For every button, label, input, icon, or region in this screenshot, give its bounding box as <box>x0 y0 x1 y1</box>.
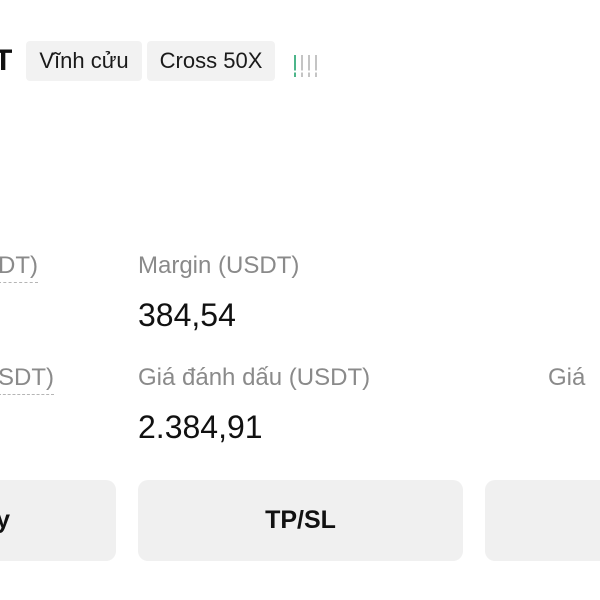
tpsl-button[interactable]: TP/SL <box>138 480 463 561</box>
contract-type-tag: Vĩnh cửu <box>26 41 142 81</box>
position-size-label[interactable]: DT) <box>0 252 38 283</box>
position-header: T Vĩnh cửu Cross 50X <box>0 40 318 82</box>
signal-bar <box>301 55 304 77</box>
signal-bar <box>315 55 318 77</box>
symbol-name[interactable]: T <box>0 40 12 82</box>
signal-bar <box>294 55 297 77</box>
leverage-button[interactable]: y <box>0 480 116 561</box>
liquidation-price-label: Giá <box>548 364 586 391</box>
mark-price-value: 2.384,91 <box>138 409 263 445</box>
leverage-button-label: y <box>0 506 10 534</box>
position-card: T Vĩnh cửu Cross 50X DT) Margin (USDT) 3… <box>0 0 600 600</box>
entry-price-label[interactable]: SDT) <box>0 364 54 395</box>
mark-price-label: Giá đánh dấu (USDT) <box>138 364 371 391</box>
margin-mode-leverage-tag[interactable]: Cross 50X <box>146 41 276 81</box>
signal-strength-icon <box>294 45 318 77</box>
signal-bar <box>308 55 311 77</box>
close-position-button[interactable] <box>485 480 600 561</box>
margin-label: Margin (USDT) <box>138 252 300 279</box>
tpsl-button-label: TP/SL <box>265 506 336 534</box>
margin-value: 384,54 <box>138 297 236 333</box>
